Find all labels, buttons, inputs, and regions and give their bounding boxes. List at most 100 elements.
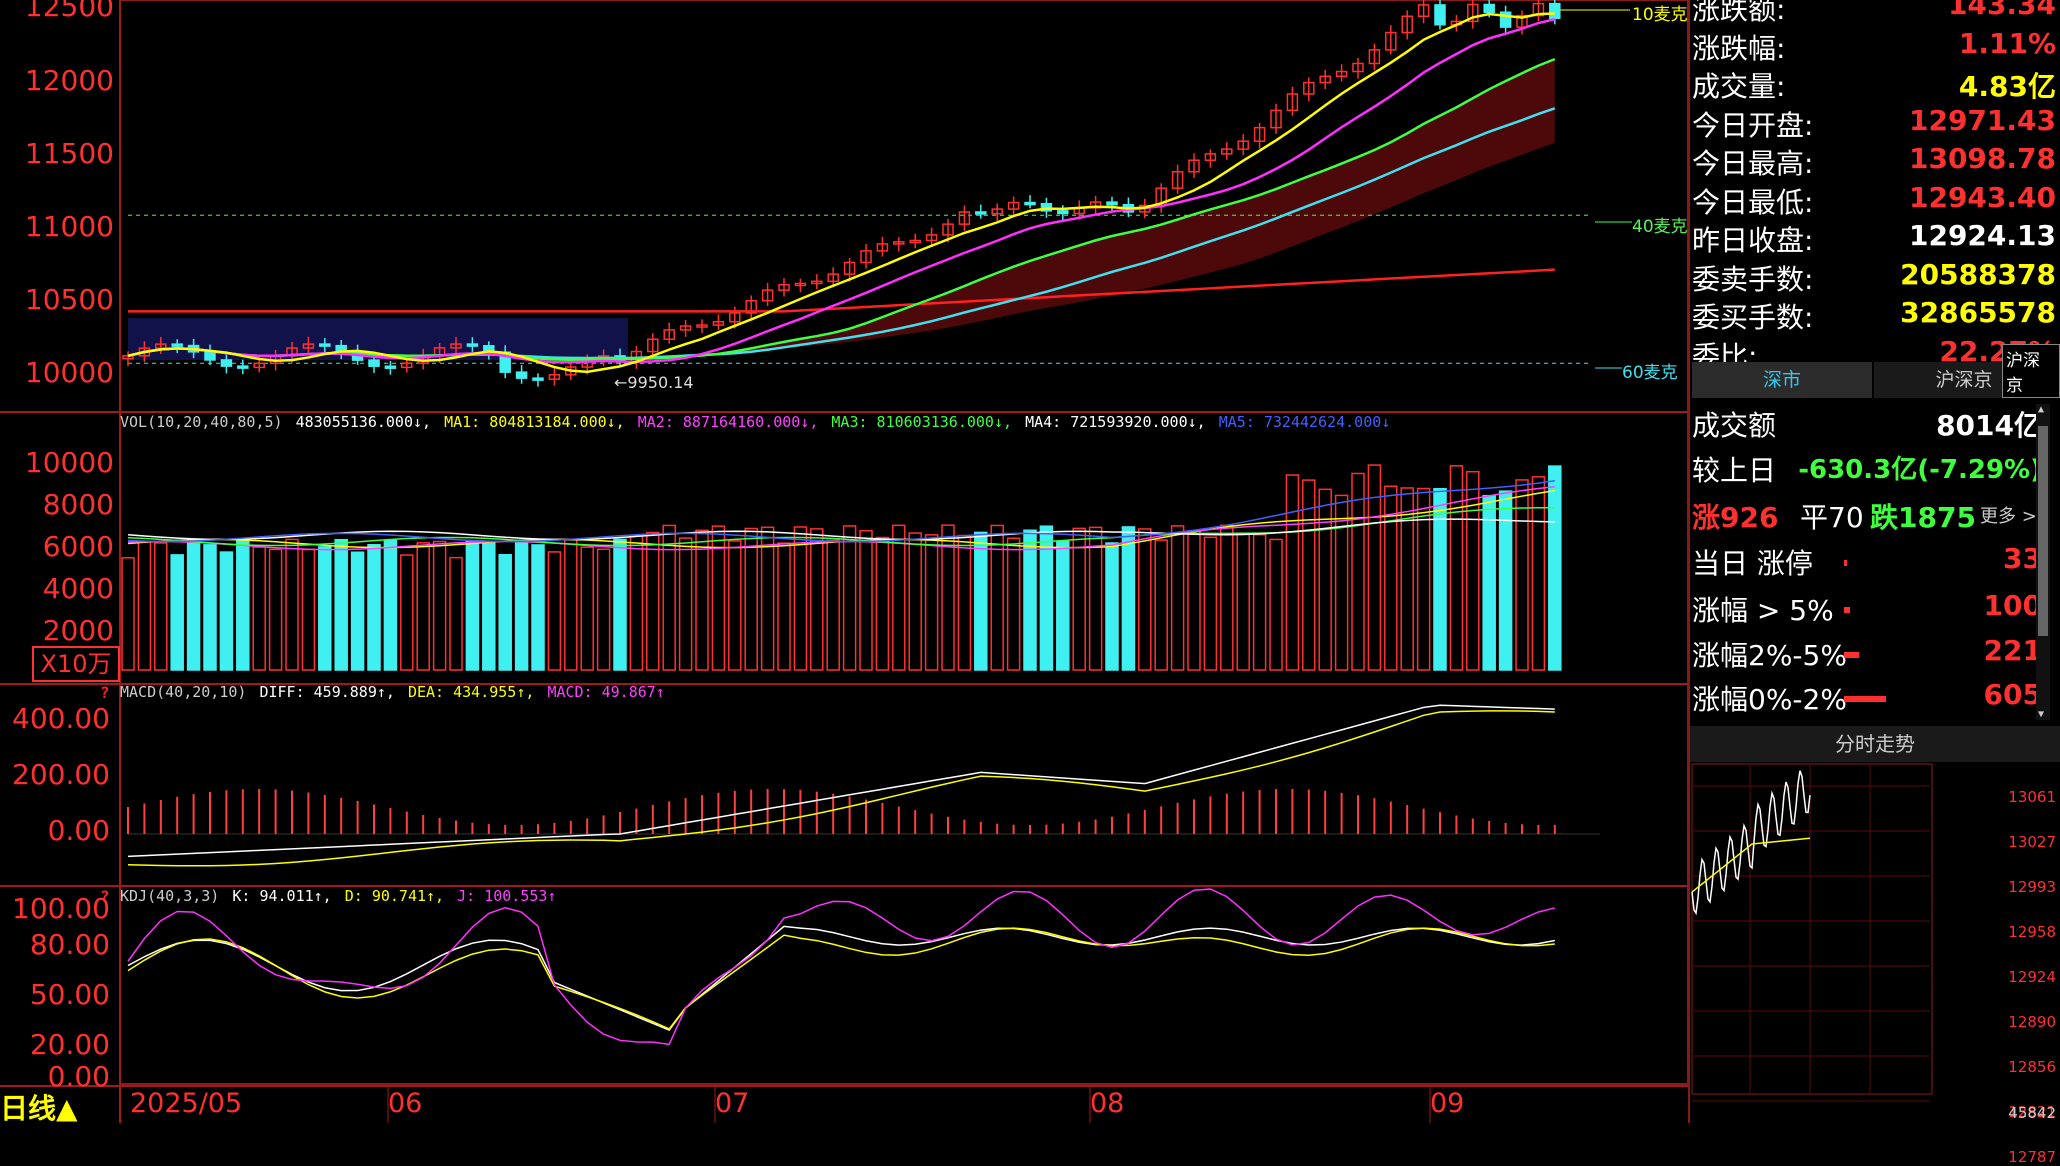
intraday-price-tick: 12924 bbox=[2008, 968, 2056, 986]
limit-stat-bar bbox=[1844, 607, 1850, 613]
vol-value: 483055136.000↓, bbox=[295, 413, 432, 431]
price-axis-label: 12500 bbox=[24, 0, 114, 23]
stats-scrollbar[interactable]: ▲ ▼ bbox=[2036, 404, 2050, 720]
volume-bar-up bbox=[1088, 526, 1103, 671]
quote-row: 涨跌幅: 1.11% bbox=[1690, 27, 2056, 65]
candle-down bbox=[1483, 3, 1495, 13]
quote-value: 12943.40 bbox=[1908, 180, 2056, 214]
kdj-axis-label: 20.00 bbox=[29, 1028, 110, 1061]
volume-bar-up bbox=[1367, 464, 1382, 671]
candle-down bbox=[368, 359, 380, 367]
volume-bar-up bbox=[990, 524, 1004, 671]
volume-bar-down bbox=[498, 553, 512, 671]
scroll-up-icon[interactable]: ▲ bbox=[2038, 404, 2044, 415]
candle-down bbox=[204, 351, 216, 361]
turnover-row: 成交额 8014亿 bbox=[1690, 404, 2042, 448]
date-axis-label: 09 bbox=[1430, 1088, 1465, 1119]
vol-ma4-line bbox=[127, 518, 1555, 541]
quote-row: 今日开盘: 12971.43 bbox=[1690, 104, 2056, 142]
market-tabs: 深市 沪深京 bbox=[1692, 362, 2054, 398]
vol-ma2: MA2: 887164160.000↓, bbox=[637, 413, 819, 431]
volume-bar-up bbox=[564, 538, 578, 671]
limit-stat-value: 100 bbox=[1983, 589, 2042, 622]
volume-bar-down bbox=[318, 546, 332, 671]
macd-axis-label: 400.00 bbox=[12, 702, 110, 735]
volume-bar-down bbox=[482, 542, 496, 671]
volume-bar-up bbox=[826, 539, 840, 671]
intraday-title[interactable]: 分时走势 bbox=[1690, 726, 2060, 762]
kline-chart-area[interactable]: 12500 12000 11500 11000 10500 10000 10麦克 40麦克… bbox=[0, 0, 1688, 1125]
candle-down bbox=[466, 343, 479, 347]
down-count: 跌1875 bbox=[1870, 501, 1976, 534]
kline-chart-svg[interactable] bbox=[0, 0, 1688, 1123]
more-link[interactable]: 更多 > bbox=[1980, 502, 2037, 528]
volume-bar-down bbox=[974, 531, 988, 671]
quote-label: 委买手数: bbox=[1692, 301, 1814, 334]
date-axis-label: 07 bbox=[715, 1088, 750, 1119]
volume-bar-up bbox=[268, 548, 283, 671]
kdj-j-line bbox=[127, 888, 1555, 1046]
intraday-avg-line bbox=[1691, 837, 1811, 893]
vol-ma1: MA1: 804813184.000↓, bbox=[444, 413, 625, 431]
intraday-chart[interactable] bbox=[1690, 762, 2010, 1122]
volume-unit-label[interactable]: X10万 bbox=[32, 646, 120, 682]
volume-bar-up bbox=[416, 542, 430, 671]
volume-bar-up bbox=[547, 551, 562, 671]
candle-down bbox=[515, 371, 528, 379]
quote-label: 涨跌幅: bbox=[1692, 31, 1786, 65]
volume-bar-up bbox=[121, 557, 135, 671]
volume-bar-up bbox=[1203, 536, 1218, 671]
date-axis-label: 2025/05 bbox=[130, 1088, 243, 1119]
quote-label: 成交量: bbox=[1692, 70, 1786, 103]
scroll-thumb[interactable] bbox=[2038, 426, 2048, 636]
macd-help-icon[interactable]: ? bbox=[100, 683, 110, 702]
volume-bar-up bbox=[646, 531, 660, 671]
volume-bar-up bbox=[842, 525, 857, 671]
macd-value: MACD: 49.867↑ bbox=[547, 683, 665, 701]
limit-stat-bar bbox=[1844, 696, 1886, 702]
price-min-annotation: ←9950.14 bbox=[614, 373, 694, 392]
kdj-axis-label: 100.00 bbox=[12, 892, 110, 925]
quote-row: 委买手数: 32865578 bbox=[1690, 296, 2056, 334]
period-selector-button[interactable]: 日线▲ bbox=[0, 1087, 78, 1127]
kdj-j: J: 100.553↑ bbox=[457, 887, 557, 905]
candle-down bbox=[237, 365, 249, 369]
volume-bar-down bbox=[170, 554, 184, 671]
volume-bar-down bbox=[613, 538, 627, 671]
quote-value: 143.34 bbox=[1947, 0, 2056, 21]
kdj-d-line bbox=[127, 927, 1555, 1030]
volume-bar-up bbox=[1170, 525, 1185, 671]
macd-name: MACD(40,20,10) bbox=[120, 683, 247, 701]
flat-count: 平70 bbox=[1800, 501, 1864, 534]
volume-bar-down bbox=[1105, 542, 1119, 671]
candle-down bbox=[975, 211, 987, 215]
volume-bar-down bbox=[219, 551, 234, 671]
volume-bar-up bbox=[760, 526, 775, 671]
quote-row: 成交量: 4.83亿 bbox=[1690, 65, 2056, 103]
volume-bar-up bbox=[629, 534, 644, 671]
quote-label: 昨日收盘: bbox=[1692, 224, 1814, 257]
volume-bar-up bbox=[1006, 537, 1021, 671]
kdj-axis-label: 80.00 bbox=[29, 928, 110, 961]
volume-bar-down bbox=[236, 538, 250, 671]
price-axis-label: 10500 bbox=[24, 283, 114, 316]
intraday-price-tick: 13027 bbox=[2008, 833, 2056, 851]
turnover-label: 成交额 bbox=[1692, 409, 1777, 442]
limit-stat-value: 605 bbox=[1983, 678, 2042, 711]
side-panel: 涨跌额: 143.34 涨跌幅: 1.11% 成交量: 4.83亿 今日开盘: 12971.4… bbox=[1688, 0, 2060, 1166]
volume-bar-up bbox=[875, 536, 890, 671]
candle-down bbox=[171, 343, 183, 347]
volume-bar-up bbox=[1269, 538, 1283, 671]
scroll-down-icon[interactable]: ▼ bbox=[2038, 709, 2044, 720]
volume-bar-down bbox=[531, 544, 545, 671]
price-axis-label: 11000 bbox=[24, 210, 114, 243]
volume-bar-up bbox=[1220, 524, 1234, 671]
volume-bar-down bbox=[1482, 494, 1496, 671]
limit-stat-row: 涨幅 > 5% 100 bbox=[1690, 589, 2042, 633]
limit-stat-label: 涨幅2%-5% bbox=[1692, 639, 1847, 672]
volume-bar-down bbox=[1498, 490, 1513, 671]
volume-bar-down bbox=[203, 544, 217, 671]
quote-row: 委卖手数: 20588378 bbox=[1690, 258, 2056, 296]
tab-shenzhen[interactable]: 深市 bbox=[1692, 362, 1872, 398]
volume-bar-up bbox=[301, 548, 316, 671]
